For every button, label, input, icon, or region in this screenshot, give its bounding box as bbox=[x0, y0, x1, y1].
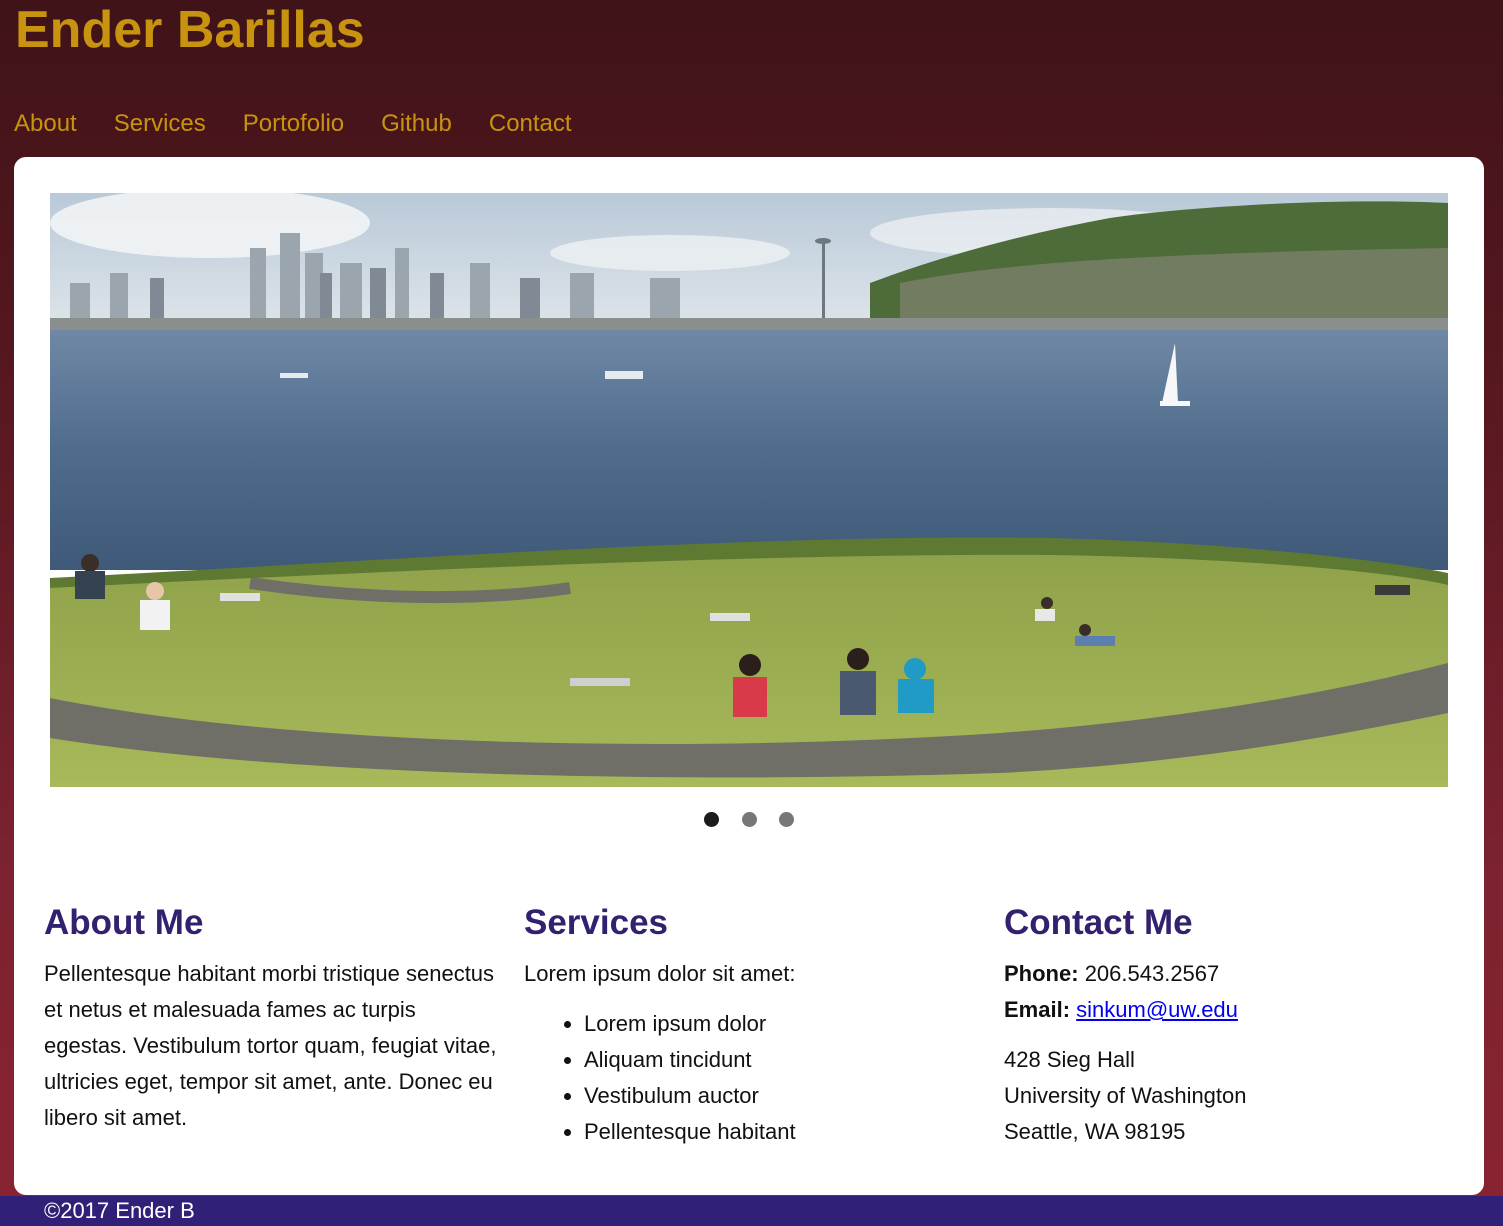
footer: ©2017 Ender B bbox=[0, 1196, 1503, 1226]
services-heading: Services bbox=[524, 903, 669, 942]
address-line: University of Washington bbox=[1004, 1083, 1247, 1108]
about-text: Pellentesque habitant morbi tristique se… bbox=[44, 961, 497, 1130]
email-label: Email: bbox=[1004, 997, 1071, 1022]
nav-portfolio[interactable]: Portofolio bbox=[243, 108, 344, 140]
carousel-dot-3[interactable] bbox=[778, 812, 794, 827]
main-nav: About Services Portofolio Github Contact bbox=[14, 108, 609, 140]
nav-about[interactable]: About bbox=[14, 108, 77, 140]
email-line: Email: sinkum@uw.edu bbox=[1004, 992, 1464, 1028]
nav-github[interactable]: Github bbox=[381, 108, 452, 140]
contact-heading: Contact Me bbox=[1004, 903, 1193, 942]
address: 428 Sieg Hall University of Washington S… bbox=[1004, 1042, 1464, 1150]
site-title: Ender Barillas bbox=[15, 1, 365, 59]
nav-contact[interactable]: Contact bbox=[489, 108, 572, 140]
about-heading: About Me bbox=[44, 903, 204, 942]
phone-number: 206.543.2567 bbox=[1084, 961, 1220, 986]
contact-section: Contact Me Phone: 206.543.2567 Email: si… bbox=[1004, 902, 1464, 1150]
services-section: Services Lorem ipsum dolor sit amet: Lor… bbox=[524, 902, 984, 1150]
address-line: Seattle, WA 98195 bbox=[1004, 1119, 1186, 1144]
list-item: Lorem ipsum dolor bbox=[584, 1006, 984, 1042]
services-intro: Lorem ipsum dolor sit amet: bbox=[524, 961, 796, 986]
carousel-image bbox=[50, 193, 1448, 787]
carousel-dot-2[interactable] bbox=[741, 812, 757, 827]
about-section: About Me Pellentesque habitant morbi tri… bbox=[44, 902, 504, 1136]
address-line: 428 Sieg Hall bbox=[1004, 1047, 1135, 1072]
phone-line: Phone: 206.543.2567 bbox=[1004, 956, 1464, 992]
list-item: Vestibulum auctor bbox=[584, 1078, 984, 1114]
nav-services[interactable]: Services bbox=[114, 108, 206, 140]
carousel-dot-1[interactable] bbox=[704, 812, 720, 827]
phone-label: Phone: bbox=[1004, 961, 1079, 986]
carousel-indicators bbox=[14, 812, 1484, 828]
services-list: Lorem ipsum dolor Aliquam tincidunt Vest… bbox=[524, 1006, 984, 1150]
list-item: Pellentesque habitant bbox=[584, 1114, 984, 1150]
content-card: About Me Pellentesque habitant morbi tri… bbox=[14, 157, 1484, 1195]
list-item: Aliquam tincidunt bbox=[584, 1042, 984, 1078]
email-link[interactable]: sinkum@uw.edu bbox=[1076, 997, 1238, 1022]
copyright-text: ©2017 Ender B bbox=[44, 1198, 195, 1223]
